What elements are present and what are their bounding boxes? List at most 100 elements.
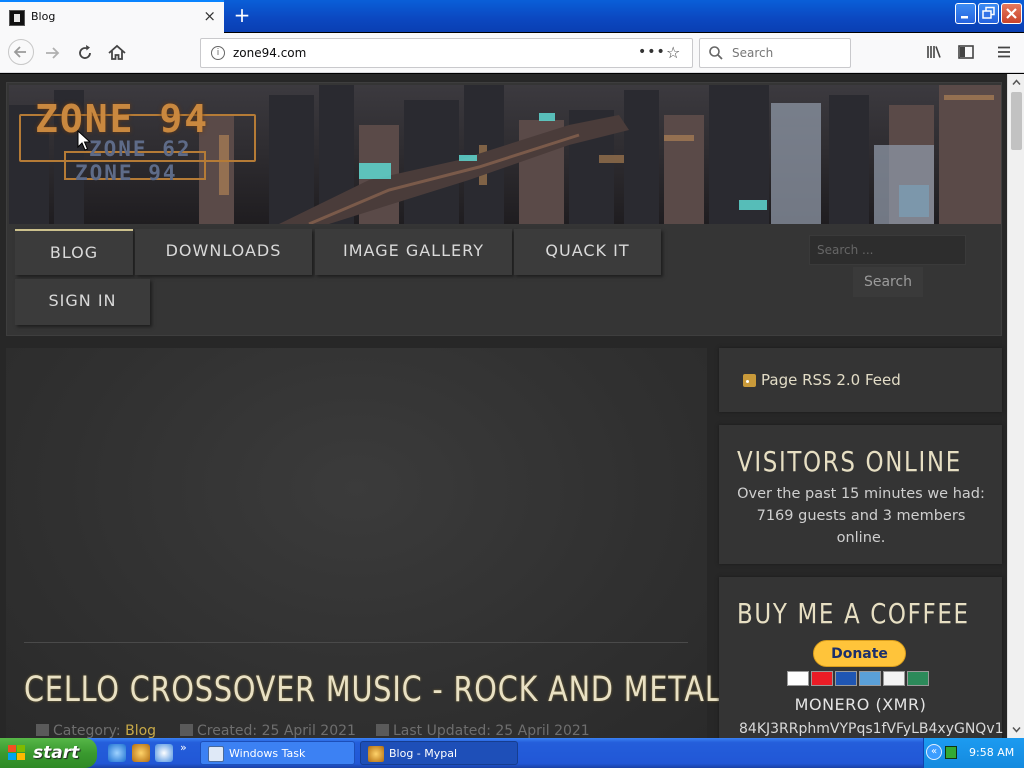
forward-button[interactable]	[41, 41, 65, 65]
article-updated: Last Updated: 25 April 2021	[376, 723, 590, 738]
page-actions-icon[interactable]: •••	[638, 44, 666, 60]
bookmark-star-icon[interactable]: ☆	[666, 43, 680, 62]
web-page: ZONE 94 ZONE 62 ZONE 94 BLOG DOWNLOADS I…	[0, 74, 1007, 738]
buy-me-a-coffee-card: BUY ME A COFFEE Donate MONERO (XMR) 84KJ…	[719, 577, 1004, 738]
scroll-down-icon[interactable]	[1010, 723, 1023, 736]
updated-date: Last Updated: 25 April 2021	[393, 723, 590, 738]
monero-address[interactable]: 84KJ3RRphmVYPqs1fVFyLB4xyGNQv1	[739, 721, 1004, 737]
category-link[interactable]: Blog	[125, 723, 156, 738]
site-search-button[interactable]: Search	[853, 267, 923, 297]
article-title[interactable]: CELLO CROSSOVER MUSIC - ROCK AND METAL	[24, 670, 722, 710]
hamburger-menu-button[interactable]	[994, 42, 1014, 62]
nav-item-image-gallery[interactable]: IMAGE GALLERY	[315, 229, 512, 275]
site-logo-line3: ZONE 94	[75, 161, 178, 185]
restore-icon	[982, 6, 995, 19]
library-icon	[927, 46, 941, 58]
paypal-donate-button[interactable]: Donate	[813, 640, 906, 667]
mastercard-icon	[811, 671, 833, 686]
tab-close-icon[interactable]: ×	[203, 7, 216, 25]
restore-window-button[interactable]	[978, 3, 999, 24]
close-icon	[1006, 8, 1017, 19]
nav-item-downloads[interactable]: DOWNLOADS	[135, 229, 312, 275]
amex-card-icon	[859, 671, 881, 686]
search-placeholder: Search	[732, 46, 774, 60]
browser-toolbar: i zone94.com ••• ☆ Search	[0, 33, 1024, 73]
visitors-online-card: VISITORS ONLINE Over the past 15 minutes…	[719, 425, 1002, 564]
home-icon	[108, 44, 126, 60]
mypal-browser-icon[interactable]	[132, 744, 150, 762]
task-label: Windows Task Manager	[229, 747, 306, 760]
maestro-card-icon	[835, 671, 857, 686]
folder-icon	[36, 724, 49, 736]
site-banner: ZONE 94 ZONE 62 ZONE 94	[9, 85, 1001, 224]
windows-logo-icon	[8, 745, 25, 760]
reload-icon	[79, 45, 91, 59]
site-info-icon[interactable]: i	[211, 46, 225, 60]
library-button[interactable]	[924, 42, 944, 62]
url-text[interactable]: zone94.com	[233, 46, 306, 60]
site-favicon-icon	[9, 10, 25, 26]
article-created: Created: 25 April 2021	[180, 723, 356, 738]
task-label: Blog - Mypal	[389, 747, 458, 760]
minimize-window-button[interactable]	[955, 3, 976, 24]
email-client-icon[interactable]	[155, 744, 173, 762]
site-header: ZONE 94 ZONE 62 ZONE 94 BLOG DOWNLOADS I…	[6, 82, 1002, 336]
task-windows-task-manager[interactable]: Windows Task Manager	[200, 741, 355, 765]
start-button[interactable]: start	[0, 738, 97, 768]
minimize-icon	[961, 16, 968, 19]
clock[interactable]: 9:58 AM	[969, 746, 1014, 759]
nav-item-blog[interactable]: BLOG	[15, 229, 133, 275]
mypal-browser-icon	[368, 746, 384, 762]
rss-feed-link[interactable]: Page RSS 2.0 Feed	[761, 371, 901, 389]
visa-card-icon	[787, 671, 809, 686]
calendar-icon	[376, 724, 389, 736]
coffee-heading: BUY ME A COFFEE	[737, 597, 970, 630]
forward-icon	[46, 47, 60, 59]
page-scrollbar[interactable]	[1007, 74, 1024, 738]
visitors-text: Over the past 15 minutes we had: 7169 gu…	[737, 486, 985, 546]
discover-card-icon	[883, 671, 905, 686]
nav-item-quack-it[interactable]: QUACK IT	[514, 229, 661, 275]
quicklaunch-overflow-icon[interactable]: »	[180, 741, 187, 754]
rss-icon	[743, 374, 756, 387]
start-label: start	[33, 743, 80, 763]
scrollbar-thumb[interactable]	[1011, 92, 1022, 150]
search-icon	[709, 46, 723, 60]
sidebar-button[interactable]	[956, 42, 976, 62]
mouse-cursor-icon	[77, 130, 91, 151]
home-button[interactable]	[105, 41, 129, 65]
rss-feed-card: Page RSS 2.0 Feed	[719, 348, 1002, 412]
browser-search-input[interactable]: Search	[699, 38, 851, 68]
system-tray: « 9:58 AM	[923, 738, 1024, 768]
bank-card-icon	[907, 671, 929, 686]
show-hidden-icons-button[interactable]: «	[926, 744, 942, 760]
close-window-button[interactable]	[1001, 3, 1022, 24]
screen: Blog × + i zone94.com ••• ☆ Search ZONE …	[0, 0, 1024, 768]
created-date: Created: 25 April 2021	[197, 723, 356, 738]
article-category: Category: Blog	[36, 723, 156, 738]
task-manager-icon	[208, 746, 224, 762]
task-blog-mypal[interactable]: Blog - Mypal	[360, 741, 518, 765]
browser-titlebar: Blog × +	[0, 0, 1024, 33]
network-status-icon[interactable]	[945, 746, 957, 759]
back-icon	[13, 46, 26, 58]
scroll-up-icon[interactable]	[1010, 76, 1023, 89]
tab-title: Blog	[31, 10, 56, 23]
new-tab-button[interactable]: +	[230, 3, 254, 27]
calendar-icon	[180, 724, 193, 736]
site-logo[interactable]: ZONE 94	[35, 97, 209, 141]
divider	[24, 642, 688, 643]
internet-explorer-icon[interactable]	[108, 744, 126, 762]
site-logo-line2: ZONE 62	[89, 137, 192, 161]
article-area: CELLO CROSSOVER MUSIC - ROCK AND METAL C…	[6, 348, 721, 738]
hamburger-menu-icon	[998, 46, 1010, 58]
browser-tab-blog[interactable]: Blog ×	[0, 0, 224, 33]
category-label: Category:	[53, 723, 121, 738]
back-button[interactable]	[8, 39, 34, 65]
site-search-input[interactable]: Search ...	[809, 235, 966, 265]
windows-taskbar: start » Windows Task Manager Blog - Mypa…	[0, 738, 1024, 768]
monero-label: MONERO (XMR)	[794, 695, 927, 714]
nav-item-sign-in[interactable]: SIGN IN	[15, 279, 150, 325]
url-bar[interactable]: i zone94.com ••• ☆	[200, 38, 693, 68]
reload-button[interactable]	[73, 41, 97, 65]
